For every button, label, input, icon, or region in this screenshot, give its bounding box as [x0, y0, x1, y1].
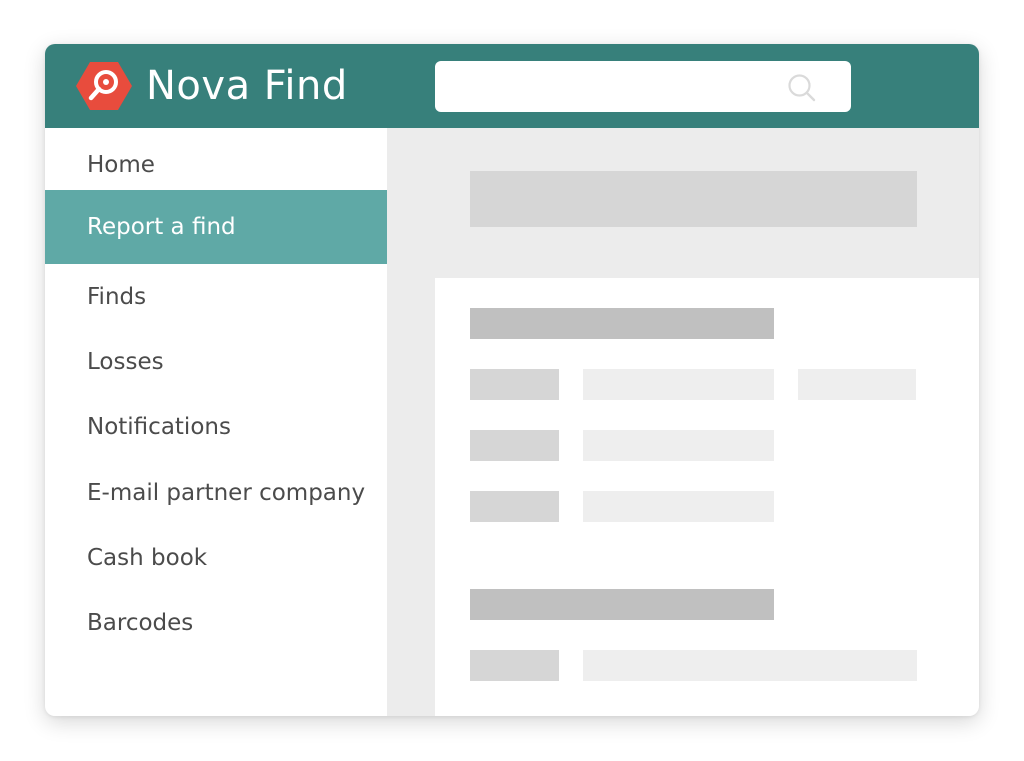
- page-title-placeholder: [470, 171, 917, 227]
- search-input[interactable]: [449, 71, 779, 102]
- search-box[interactable]: [435, 61, 851, 112]
- field-label-placeholder: [470, 369, 559, 400]
- field-label-placeholder: [470, 430, 559, 461]
- sidebar-nav: Home Report a find Finds Losses Notifica…: [45, 128, 387, 716]
- field-value-placeholder[interactable]: [583, 650, 917, 681]
- section-heading-placeholder: [470, 589, 774, 620]
- field-value-placeholder[interactable]: [583, 369, 774, 400]
- form-card: [435, 278, 979, 716]
- sidebar-item-cash-book[interactable]: Cash book: [45, 521, 387, 595]
- sidebar-item-report-a-find[interactable]: Report a find: [45, 190, 387, 264]
- sidebar-item-finds[interactable]: Finds: [45, 260, 387, 334]
- main-content: [387, 128, 979, 716]
- field-value-placeholder[interactable]: [583, 491, 774, 522]
- sidebar-item-email-partner-company[interactable]: E-mail partner company: [45, 456, 387, 530]
- sidebar-item-barcodes[interactable]: Barcodes: [45, 586, 387, 660]
- field-label-placeholder: [470, 650, 559, 681]
- search-icon[interactable]: [786, 72, 818, 104]
- app-window: Nova Find Home Report a find Finds Losse…: [45, 44, 979, 716]
- sidebar-item-losses[interactable]: Losses: [45, 325, 387, 399]
- logo-icon: [76, 62, 132, 110]
- sidebar-item-notifications[interactable]: Notifications: [45, 390, 387, 464]
- app-title: Nova Find: [146, 63, 348, 109]
- section-heading-placeholder: [470, 308, 774, 339]
- field-value-placeholder[interactable]: [583, 430, 774, 461]
- app-header: Nova Find: [45, 44, 979, 128]
- field-value-placeholder[interactable]: [798, 369, 916, 400]
- field-label-placeholder: [470, 491, 559, 522]
